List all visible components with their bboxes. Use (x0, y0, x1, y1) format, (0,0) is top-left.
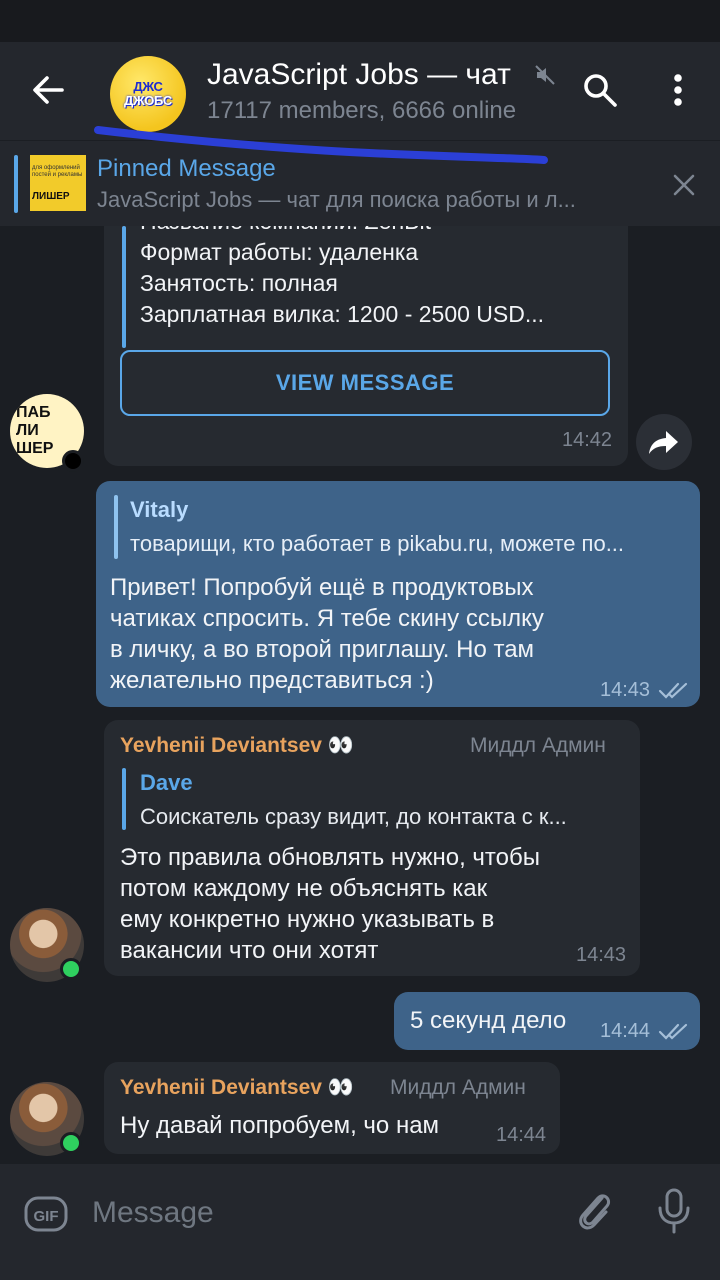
online-status-dot (60, 1132, 82, 1154)
message-time: 14:44 (600, 1020, 651, 1042)
forwarded-line: Зарплатная вилка: 1200 - 2500 USD... (140, 301, 545, 327)
message-line: Привет! Попробуй ещё в продуктовых (110, 574, 534, 601)
gif-icon[interactable]: GIF (24, 1194, 68, 1234)
message-list[interactable]: Название компании: ZenBit Формат работы:… (0, 226, 720, 1164)
online-status-dot (60, 958, 82, 980)
message-composer: GIF (0, 1164, 720, 1280)
message-line: в личку, а во второй приглашу. Но там (110, 636, 535, 663)
message-time: 14:44 (496, 1124, 547, 1146)
pinned-indicator (14, 155, 18, 213)
publisher-avatar-line: ПАБ (16, 404, 51, 421)
forwarded-line: Занятость: полная (140, 270, 338, 296)
forwarded-message-bubble[interactable]: Название компании: ZenBit Формат работы:… (104, 226, 628, 466)
gif-label: GIF (34, 1208, 59, 1225)
sender-role-badge: Миддл Админ (390, 1076, 526, 1099)
message-line: Это правила обновлять нужно, чтобы (120, 844, 540, 871)
double-check-icon (658, 682, 688, 699)
pinned-title: Pinned Message (97, 155, 276, 182)
message-time: 14:43 (576, 944, 627, 966)
chat-member-count: 17117 members, 6666 online (207, 97, 517, 124)
pinned-text: JavaScript Jobs — чат для поиска работы … (97, 187, 576, 212)
reply-snippet: Соискатель сразу видит, до контакта с к.… (140, 804, 567, 829)
message-input[interactable] (92, 1190, 552, 1236)
reply-author: Dave (140, 770, 193, 795)
sender-name[interactable]: Yevhenii Deviantsev 👀 (120, 734, 354, 758)
paperclip-icon[interactable] (574, 1188, 614, 1234)
reply-quote-bar (114, 495, 118, 559)
status-bar (0, 0, 720, 42)
pinned-thumbnail: для оформлений постей и рекламы ЛИШЕР (30, 155, 86, 211)
message-line: потом каждому не объяснять как (120, 875, 488, 902)
muted-speaker-icon (535, 65, 555, 85)
chat-avatar[interactable]: ДЖС ДЖОБС (110, 56, 186, 132)
chat-title[interactable]: JavaScript Jobs — чат (207, 58, 511, 92)
reply-author: Vitaly (130, 497, 189, 522)
pinned-thumb-text: для оформлений постей и рекламы (32, 165, 83, 178)
close-icon[interactable] (670, 171, 698, 199)
message-line: чатиках спросить. Я тебе скину ссылку (110, 605, 544, 632)
more-options-icon[interactable] (660, 70, 696, 110)
reply-quote-bar (122, 768, 126, 830)
forward-quote-bar (122, 226, 126, 348)
pinned-thumb-title: ЛИШЕР (32, 191, 70, 202)
message-time: 14:42 (562, 429, 613, 451)
forwarded-line: Формат работы: удаленка (140, 239, 419, 265)
message-text: 5 секунд дело (410, 1007, 567, 1034)
publisher-avatar-line: ЛИ (16, 422, 39, 439)
message-line: вакансии что они хотят (120, 937, 379, 964)
sender-role-badge: Миддл Админ (470, 734, 606, 757)
message-text: Ну давай попробуем, чо нам (120, 1112, 440, 1139)
outgoing-message-bubble[interactable]: Vitaly товарищи, кто работает в pikabu.r… (96, 481, 700, 707)
outgoing-message-bubble[interactable]: 5 секунд дело 14:44 (394, 992, 700, 1050)
message-time: 14:43 (600, 679, 651, 701)
incoming-message-bubble[interactable]: Yevhenii Deviantsev 👀 Миддл Админ Ну дав… (104, 1062, 560, 1154)
message-line: ему конкретно нужно указывать в (120, 906, 495, 933)
publisher-avatar-line: ШЕР (16, 440, 54, 457)
status-dot (62, 450, 84, 472)
view-message-button[interactable]: VIEW MESSAGE (120, 350, 610, 416)
search-icon[interactable] (580, 70, 620, 110)
back-arrow-icon[interactable] (28, 70, 68, 110)
incoming-message-bubble[interactable]: Yevhenii Deviantsev 👀 Миддл Админ Dave С… (104, 720, 640, 976)
pinned-message-bar[interactable]: для оформлений постей и рекламы ЛИШЕР Pi… (0, 140, 720, 226)
share-forward-icon[interactable] (636, 414, 692, 470)
forwarded-line: Название компании: ZenBit (140, 226, 544, 237)
microphone-icon[interactable] (652, 1186, 696, 1236)
reply-snippet: товарищи, кто работает в pikabu.ru, може… (130, 531, 625, 556)
chat-avatar-line1: ДЖС (133, 79, 163, 94)
chat-header: ДЖС ДЖОБС JavaScript Jobs — чат 17117 me… (0, 42, 720, 140)
sender-name[interactable]: Yevhenii Deviantsev 👀 (120, 1076, 354, 1100)
double-check-icon (658, 1023, 688, 1040)
chat-avatar-line2: ДЖОБС (123, 93, 172, 108)
message-line: желательно представиться :) (110, 667, 434, 694)
